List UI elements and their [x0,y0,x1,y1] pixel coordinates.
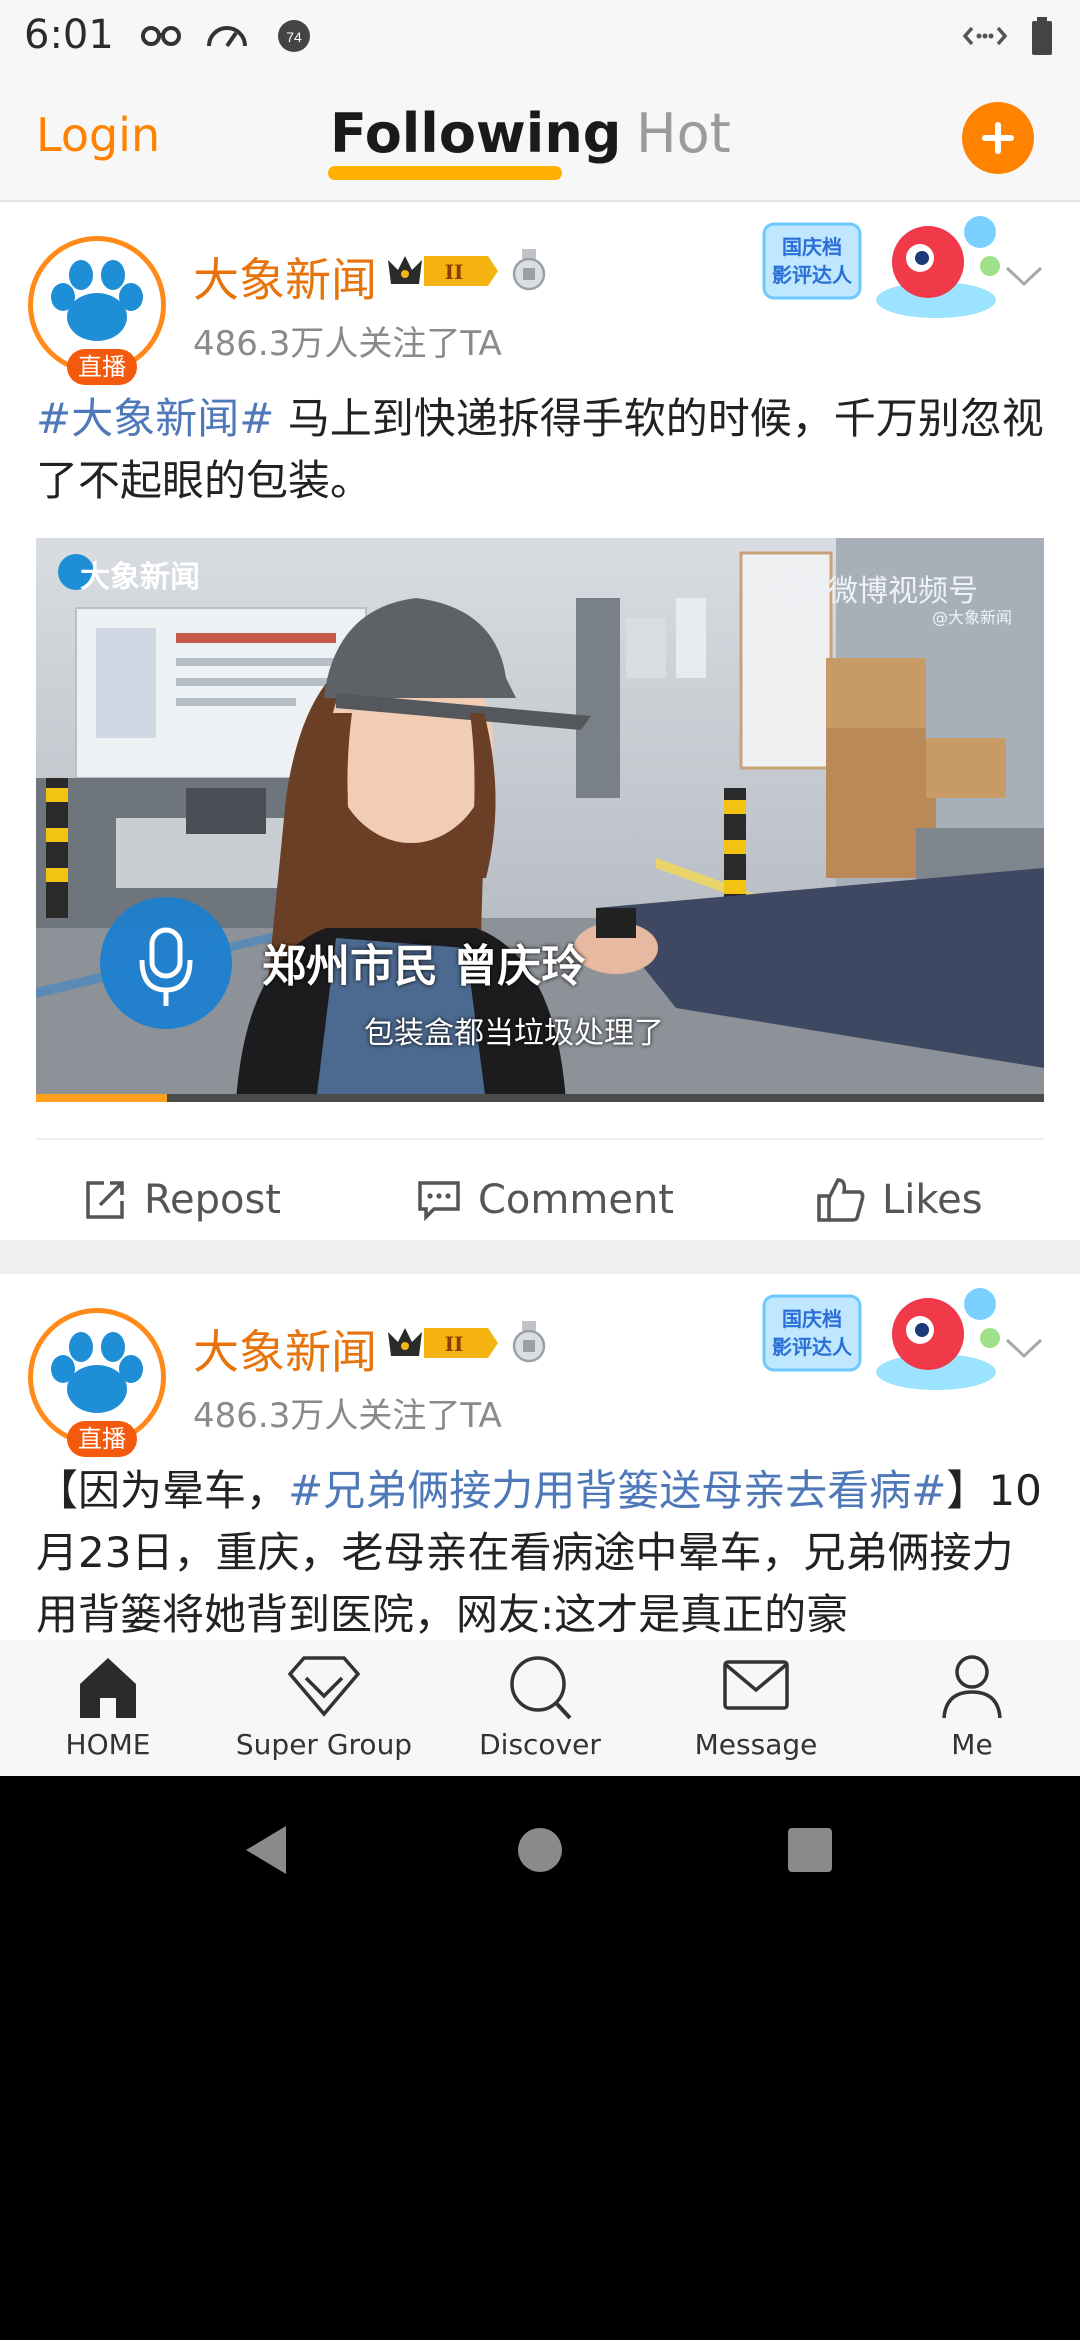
like-button[interactable]: Likes [816,1148,983,1252]
promo-sticker-icon[interactable]: 国庆档 影评达人 [758,1282,1008,1402]
recents-icon[interactable] [786,1826,834,1874]
likes-label: Likes [882,1177,983,1223]
nav-me[interactable]: Me [864,1640,1080,1776]
follower-count: 486.3万人关注了TA [193,1396,502,1436]
repost-button[interactable]: Repost [82,1148,281,1252]
share-icon [86,1181,124,1219]
sticker-line-1: 国庆档 [782,1307,842,1331]
nav-super-group-label: Super Group [235,1728,413,1761]
notification-count-icon: 74 [278,20,310,52]
notification-count: 74 [286,29,302,45]
battery-icon [1032,17,1052,55]
nav-discover-label: Discover [479,1728,601,1761]
live-badge: 直播 [67,1421,137,1457]
add-button[interactable] [962,102,1034,174]
video-caption-name: 郑州市民 曾庆玲 [262,941,586,992]
sticker-line-1: 国庆档 [782,235,842,259]
search-icon [510,1656,572,1720]
vip-level: II [445,260,464,284]
top-navigation: Login Following Hot [0,72,1080,202]
repost-label: Repost [144,1177,281,1223]
comment-label: Comment [478,1177,674,1223]
person-icon [942,1655,1002,1719]
back-icon[interactable] [242,1824,288,1876]
weibo-app: 6:01 74 Login Following Hot 直播 大象新闻 II 4… [0,0,1080,1776]
video-logo-text: 大象新闻 [80,560,200,595]
feed-post[interactable]: 直播 大象新闻 II 486.3万人关注了TA 国庆档 影评达人 [0,202,1080,1240]
live-badge: 直播 [67,349,137,385]
post-text[interactable]: #大象新闻# 马上到快递拆得手软的时候，千万别忽视了不起眼的包装。 [36,388,1046,512]
hashtag-link[interactable]: #大象新闻# [36,394,274,443]
status-bar: 6:01 74 [0,0,1080,72]
incognito-icon [141,26,181,46]
paw-logo-icon [41,249,153,361]
nav-discover[interactable]: Discover [432,1640,648,1776]
vip-crown-badge-icon: II [388,1328,498,1358]
status-time: 6:01 [24,12,114,58]
diamond-icon [287,1656,361,1717]
sticker-line-2: 影评达人 [772,1335,853,1359]
login-link[interactable]: Login [36,108,160,162]
post-text[interactable]: 【因为晕车，#兄弟俩接力用背篓送母亲去看病#】10月23日，重庆，老母亲在看病途… [36,1460,1046,1640]
chevron-down-icon[interactable] [1004,1336,1044,1360]
data-transfer-icon [962,26,1008,46]
nav-super-group[interactable]: Super Group [216,1640,432,1776]
active-tab-indicator [328,166,562,180]
action-divider [36,1138,1044,1140]
thumbs-up-icon [817,1178,865,1222]
author-avatar[interactable]: 直播 [28,236,166,385]
video-player[interactable]: 大象新闻 微博视频号 @大象新闻 郑州市民 曾庆玲 包装盒都当垃圾处理了 [36,538,1044,1102]
hashtag-link[interactable]: #兄弟俩接力用背篓送母亲去看病# [288,1466,946,1515]
system-navigation-bar [0,1776,1080,1920]
home-icon [80,1658,136,1718]
post-separator [0,1240,1080,1274]
tab-hot[interactable]: Hot [636,102,731,165]
tab-following[interactable]: Following [330,102,621,165]
speedometer-icon [207,26,247,48]
nav-me-label: Me [951,1728,993,1761]
sticker-line-2: 影评达人 [772,263,853,287]
post-body-prefix: 【因为晕车， [36,1466,289,1515]
medal-icon [512,249,546,291]
nav-message[interactable]: Message [648,1640,864,1776]
vip-crown-badge-icon: II [388,256,498,286]
promo-sticker-icon[interactable]: 国庆档 影评达人 [758,210,1008,330]
video-caption-quote: 包装盒都当垃圾处理了 [364,1016,664,1051]
home-circle-icon[interactable] [516,1826,564,1874]
comment-button[interactable]: Comment [416,1148,674,1252]
bottom-navigation: HOME Super Group Discover Message Me [0,1640,1080,1776]
nav-home[interactable]: HOME [0,1640,216,1776]
comment-icon [418,1181,460,1222]
follower-count: 486.3万人关注了TA [193,324,502,364]
author-name[interactable]: 大象新闻 [193,244,377,310]
author-name[interactable]: 大象新闻 [193,1316,377,1382]
chevron-down-icon[interactable] [1004,264,1044,288]
medal-icon [512,1321,546,1363]
video-progress-bar[interactable] [36,1094,1044,1102]
author-avatar[interactable]: 直播 [28,1308,166,1457]
video-watermark-sub: @大象新闻 [932,608,1013,627]
paw-logo-icon [41,1321,153,1433]
nav-message-label: Message [694,1728,818,1761]
vip-level: II [445,1332,464,1356]
video-progress-fill [36,1094,168,1102]
nav-home-label: HOME [65,1728,151,1761]
feed-post[interactable]: 直播 大象新闻 II 486.3万人关注了TA 国庆档 影评达人 [0,1274,1080,1640]
envelope-icon [723,1660,789,1710]
